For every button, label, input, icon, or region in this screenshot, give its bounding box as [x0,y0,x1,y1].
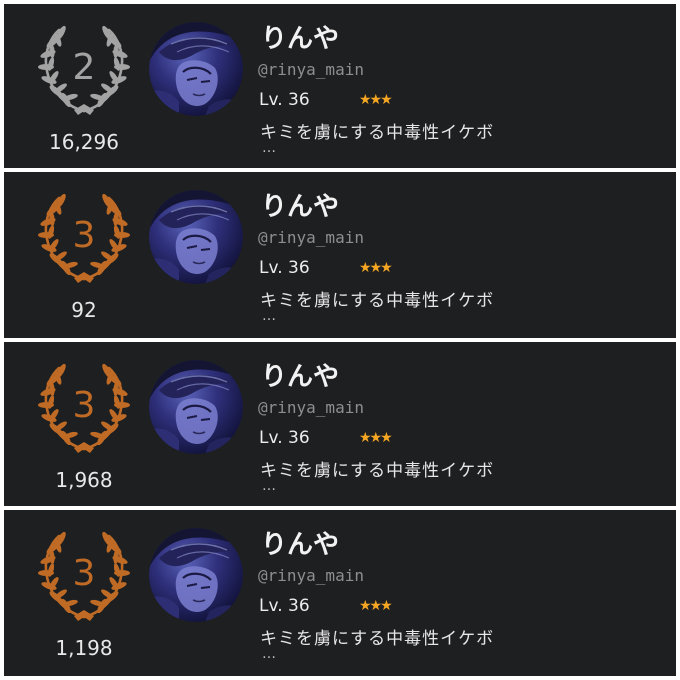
score-value: 92 [71,298,97,322]
bio-ellipsis: … [262,478,277,494]
avatar[interactable] [149,528,243,622]
star-rating-icon: ★★★ [359,430,393,446]
user-bio: キミを虜にする中毒性イケボ [260,629,495,649]
star-rating-icon: ★★★ [359,92,393,108]
ranking-card[interactable]: 2 16,296 りんや @rinya_main Lv. 36 ★★★ キミを虜… [4,4,676,168]
user-level: Lv. 36 [259,428,310,448]
ranking-card[interactable]: 3 1,968 りんや @rinya_main Lv. 36 ★★★ キミを虜に… [4,342,676,506]
user-handle: @rinya_main [258,398,364,417]
user-level: Lv. 36 [259,90,310,110]
ranking-card[interactable]: 3 92 りんや @rinya_main Lv. 36 ★★★ キミを虜にする中… [4,172,676,338]
score-value: 16,296 [49,130,119,154]
rank-number: 3 [72,215,96,256]
score-value: 1,198 [55,636,113,660]
user-bio: キミを虜にする中毒性イケボ [260,123,495,143]
score-value: 1,968 [55,468,113,492]
user-bio: キミを虜にする中毒性イケボ [260,461,495,481]
rank-number: 3 [72,385,96,426]
bio-ellipsis: … [262,308,277,324]
star-rating-icon: ★★★ [359,598,393,614]
bio-ellipsis: … [262,140,277,156]
rank-number: 3 [72,553,96,594]
user-name[interactable]: りんや [261,524,339,561]
avatar[interactable] [149,22,243,116]
user-name[interactable]: りんや [261,186,339,223]
user-name[interactable]: りんや [261,356,339,393]
avatar[interactable] [149,190,243,284]
ranking-card[interactable]: 3 1,198 りんや @rinya_main Lv. 36 ★★★ キミを虜に… [4,510,676,676]
user-level: Lv. 36 [259,596,310,616]
rank-number: 2 [72,47,96,88]
user-name[interactable]: りんや [261,18,339,55]
user-level: Lv. 36 [259,258,310,278]
user-bio: キミを虜にする中毒性イケボ [260,291,495,311]
user-handle: @rinya_main [258,228,364,247]
user-handle: @rinya_main [258,566,364,585]
user-handle: @rinya_main [258,60,364,79]
star-rating-icon: ★★★ [359,260,393,276]
bio-ellipsis: … [262,646,277,662]
avatar[interactable] [149,360,243,454]
